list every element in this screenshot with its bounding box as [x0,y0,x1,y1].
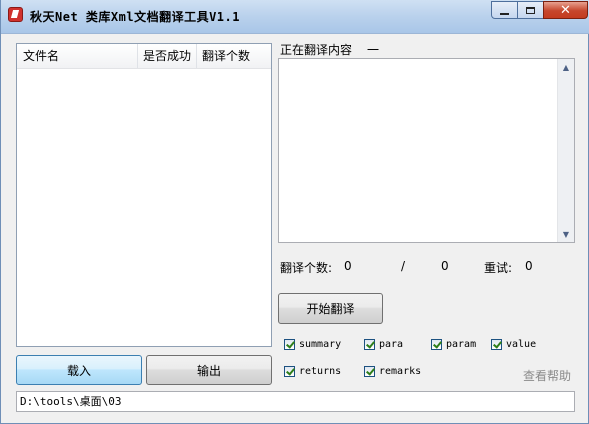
count-separator: / [401,259,406,273]
translation-content-textarea[interactable] [278,58,575,243]
start-translation-button[interactable]: 开始翻译 [278,293,383,324]
path-field[interactable]: D:\tools\桌面\03 [16,391,575,412]
close-icon: ✕ [560,2,571,18]
maximize-button[interactable] [517,1,544,19]
minimize-button[interactable] [491,1,518,19]
load-button[interactable]: 载入 [16,355,142,385]
scroll-down-icon[interactable]: ▼ [558,226,574,242]
retry-value: 0 [525,259,533,273]
help-link[interactable]: 查看帮助 [523,367,571,384]
retry-label: 重试: [484,261,513,275]
maximize-icon [526,6,535,14]
option-param[interactable]: param [431,339,476,350]
checkbox-param[interactable] [431,339,442,350]
file-list[interactable]: 文件名 是否成功 翻译个数 [16,43,272,347]
title-bar[interactable]: 秋天Net 类库Xml文档翻译工具V1.1 ✕ [1,0,589,34]
translating-label: 正在翻译内容 [280,43,353,57]
minimize-icon [500,12,509,15]
main-window: 秋天Net 类库Xml文档翻译工具V1.1 ✕ 文件名 是否成功 翻译个数 载入… [0,0,589,424]
vertical-scrollbar[interactable]: ▲ ▼ [557,59,574,242]
option-para[interactable]: para [364,339,403,350]
column-header-translated-count[interactable]: 翻译个数 [197,44,271,68]
translating-value: 一 [367,43,380,57]
export-button[interactable]: 输出 [146,355,272,385]
checkbox-para[interactable] [364,339,375,350]
translated-total-value: 0 [441,259,449,273]
column-header-filename[interactable]: 文件名 [17,44,138,68]
option-summary[interactable]: summary [284,339,341,350]
option-value[interactable]: value [491,339,536,350]
app-icon [8,7,23,22]
checkbox-remarks[interactable] [364,366,375,377]
file-list-header: 文件名 是否成功 翻译个数 [17,44,271,69]
translated-count-label: 翻译个数: [280,261,333,275]
checkbox-returns[interactable] [284,366,295,377]
column-header-success[interactable]: 是否成功 [138,44,197,68]
checkbox-summary[interactable] [284,339,295,350]
scroll-up-icon[interactable]: ▲ [558,59,574,75]
option-returns[interactable]: returns [284,366,341,377]
translated-done-value: 0 [344,259,352,273]
checkbox-value[interactable] [491,339,502,350]
option-remarks[interactable]: remarks [364,366,421,377]
close-button[interactable]: ✕ [543,1,588,19]
window-title: 秋天Net 类库Xml文档翻译工具V1.1 [30,10,240,24]
